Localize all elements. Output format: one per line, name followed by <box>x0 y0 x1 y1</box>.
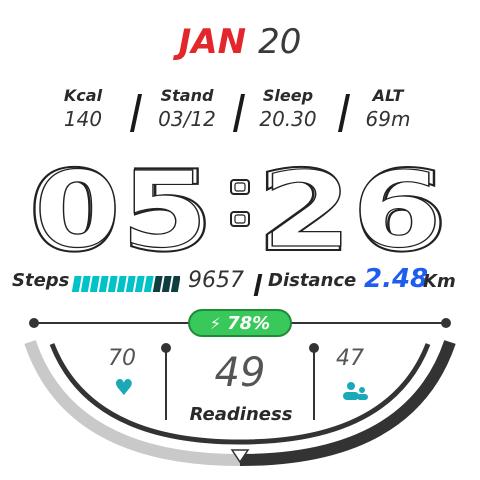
distance-value: 2.48 <box>364 264 429 294</box>
stat-stand-label: Stand <box>160 86 214 105</box>
svg-text:05: 05 <box>34 150 208 260</box>
heart-icon: ♥ <box>114 376 134 401</box>
time-minutes: 26 26 <box>255 150 449 260</box>
steps-progress-segment <box>98 276 109 292</box>
stat-divider <box>129 94 143 132</box>
steps-progress-segment <box>143 276 154 292</box>
steps-progress-segment <box>170 276 180 292</box>
steps-progress-segment <box>161 276 172 292</box>
stat-sleep: Sleep 20.30 <box>243 86 333 131</box>
stat-sleep-label: Sleep <box>262 86 314 105</box>
stat-stand: Stand 03/12 <box>142 86 232 131</box>
steps-progress-segment <box>125 276 136 292</box>
stat-stand-value: 03/12 <box>158 107 216 131</box>
steps-divider <box>253 274 263 296</box>
stat-alt-value: 69m <box>365 107 411 131</box>
steps-label: Steps <box>12 270 70 291</box>
distance-unit: Km <box>423 271 456 292</box>
steps-progress-segment <box>80 276 91 292</box>
steps-progress-segment <box>89 276 100 292</box>
steps-progress-segment <box>107 276 118 292</box>
date-day: 20 <box>258 22 302 62</box>
steps-progress-segment <box>134 276 145 292</box>
date-display: JAN 20 <box>0 22 480 62</box>
heart-rate-value: 70 <box>108 346 136 371</box>
stat-kcal-label: Kcal <box>63 86 103 105</box>
steps-progress-bar <box>72 276 180 292</box>
steps-progress-segment <box>152 276 163 292</box>
svg-text:26: 26 <box>262 150 442 260</box>
stat-alt: ALT 69m <box>343 86 433 131</box>
time-colon <box>230 179 250 227</box>
stat-sleep-value: 20.30 <box>259 107 317 131</box>
readiness-label: Readiness <box>189 404 293 425</box>
people-value: 47 <box>336 346 364 371</box>
date-month: JAN <box>178 22 247 62</box>
steps-progress-segment <box>116 276 127 292</box>
stat-kcal-value: 140 <box>63 107 103 131</box>
steps-value: 9657 <box>188 268 244 293</box>
time-hours: 05 05 <box>27 150 215 260</box>
readiness-value: 49 <box>214 350 266 396</box>
distance-label: Distance <box>268 270 357 291</box>
steps-progress-segment <box>72 276 82 292</box>
people-icon <box>343 382 368 400</box>
stat-alt-label: ALT <box>372 86 404 105</box>
time-display: .t1{font-family:"DejaVu Sans", sans-seri… <box>27 150 449 260</box>
stat-kcal: Kcal 140 <box>38 86 128 131</box>
